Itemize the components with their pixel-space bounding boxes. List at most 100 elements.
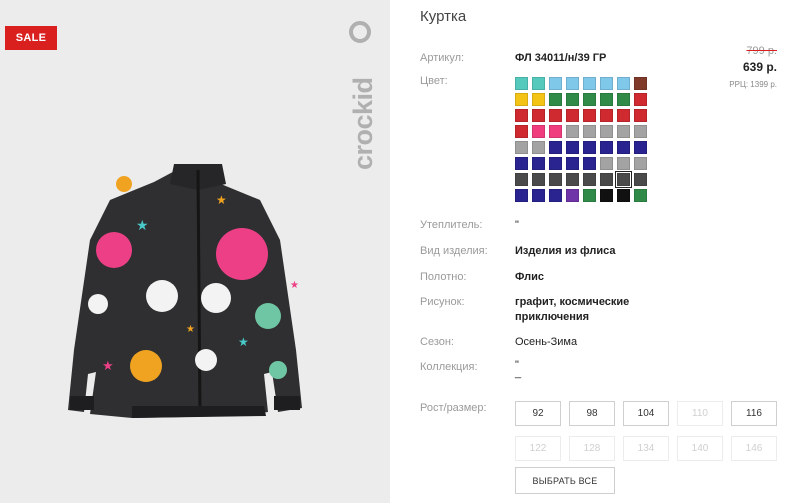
color-swatch[interactable] [583, 109, 596, 122]
color-swatch[interactable] [634, 173, 647, 186]
product-type-label: Вид изделия: [420, 245, 488, 257]
collection-label: Коллекция: [420, 361, 478, 373]
color-swatch[interactable] [600, 93, 613, 106]
svg-text:★: ★ [102, 359, 114, 374]
pattern-label: Рисунок: [420, 296, 465, 308]
size-option-92[interactable]: 92 [515, 401, 561, 426]
color-swatch[interactable] [600, 189, 613, 202]
color-swatch[interactable] [549, 157, 562, 170]
color-swatch[interactable] [549, 93, 562, 106]
size-option-140: 140 [677, 436, 723, 461]
season-label: Сезон: [420, 336, 454, 348]
color-swatch[interactable] [549, 173, 562, 186]
color-swatch[interactable] [634, 189, 647, 202]
color-swatch[interactable] [617, 157, 630, 170]
color-swatch[interactable] [600, 125, 613, 138]
color-swatch[interactable] [566, 109, 579, 122]
color-swatch[interactable] [532, 93, 545, 106]
color-swatch[interactable] [566, 141, 579, 154]
color-swatch[interactable] [532, 109, 545, 122]
color-swatch[interactable] [634, 93, 647, 106]
select-all-button[interactable]: ВЫБРАТЬ ВСЕ [515, 467, 615, 494]
color-swatch[interactable] [617, 189, 630, 202]
color-swatch[interactable] [634, 125, 647, 138]
svg-text:★: ★ [216, 193, 227, 207]
size-option-146: 146 [731, 436, 777, 461]
color-swatch[interactable] [615, 171, 632, 188]
color-swatch[interactable] [600, 109, 613, 122]
color-swatch[interactable] [566, 125, 579, 138]
color-swatch[interactable] [583, 189, 596, 202]
color-swatch[interactable] [634, 157, 647, 170]
color-swatch[interactable] [617, 93, 630, 106]
fabric-value: Флис [515, 271, 544, 283]
product-type-value: Изделия из флиса [515, 245, 616, 257]
size-option-116[interactable]: 116 [731, 401, 777, 426]
color-swatch[interactable] [600, 157, 613, 170]
brand-logo: crockid [338, 20, 386, 170]
color-swatch[interactable] [515, 109, 528, 122]
article-value: ФЛ 34011/н/39 ГР [515, 52, 607, 64]
collection-value-line2: _ [515, 367, 522, 379]
color-swatch[interactable] [532, 125, 545, 138]
color-swatch[interactable] [583, 173, 596, 186]
color-swatch[interactable] [617, 77, 630, 90]
color-swatch[interactable] [515, 141, 528, 154]
color-swatch[interactable] [515, 173, 528, 186]
color-swatch[interactable] [549, 125, 562, 138]
insulation-label: Утеплитель: [420, 219, 483, 231]
color-swatch[interactable] [549, 189, 562, 202]
svg-text:crockid: crockid [348, 77, 378, 170]
color-swatches [515, 77, 647, 202]
color-swatch[interactable] [532, 77, 545, 90]
color-swatch[interactable] [532, 141, 545, 154]
color-swatch[interactable] [566, 173, 579, 186]
color-swatch[interactable] [617, 141, 630, 154]
pattern-value-line1: графит, космические [515, 296, 630, 308]
color-swatch[interactable] [566, 189, 579, 202]
color-swatch[interactable] [617, 125, 630, 138]
insulation-value: " [515, 219, 519, 231]
size-grid: 92 98 104 110 116 122 128 134 140 146 [515, 401, 777, 461]
color-swatch[interactable] [566, 77, 579, 90]
color-swatch[interactable] [515, 93, 528, 106]
size-option-104[interactable]: 104 [623, 401, 669, 426]
color-swatch[interactable] [532, 173, 545, 186]
color-swatch[interactable] [617, 109, 630, 122]
color-swatch[interactable] [515, 157, 528, 170]
svg-text:★: ★ [136, 218, 149, 234]
color-swatch[interactable] [583, 141, 596, 154]
color-swatch[interactable] [566, 93, 579, 106]
size-option-98[interactable]: 98 [569, 401, 615, 426]
article-label: Артикул: [420, 52, 465, 64]
color-swatch[interactable] [634, 77, 647, 90]
color-swatch[interactable] [515, 77, 528, 90]
color-swatch[interactable] [532, 189, 545, 202]
size-label: Рост/размер: [420, 402, 487, 414]
color-swatch[interactable] [583, 157, 596, 170]
color-swatch[interactable] [532, 157, 545, 170]
color-swatch[interactable] [515, 125, 528, 138]
color-swatch[interactable] [549, 109, 562, 122]
color-swatch[interactable] [549, 77, 562, 90]
color-swatch[interactable] [600, 173, 613, 186]
color-swatch[interactable] [600, 141, 613, 154]
size-option-134: 134 [623, 436, 669, 461]
size-option-110: 110 [677, 401, 723, 426]
recommended-retail-price: РРЦ: 1399 р. [729, 80, 777, 89]
color-swatch[interactable] [583, 77, 596, 90]
svg-text:★: ★ [290, 280, 299, 291]
sale-badge: SALE [5, 26, 57, 50]
color-swatch[interactable] [515, 189, 528, 202]
color-swatch[interactable] [566, 157, 579, 170]
product-title: Куртка [420, 8, 467, 25]
color-swatch[interactable] [634, 141, 647, 154]
color-swatch[interactable] [600, 77, 613, 90]
color-label: Цвет: [420, 75, 448, 87]
color-swatch[interactable] [549, 141, 562, 154]
color-swatch[interactable] [583, 93, 596, 106]
color-swatch[interactable] [634, 109, 647, 122]
season-value: Осень-Зима [515, 336, 578, 348]
size-option-128: 128 [569, 436, 615, 461]
color-swatch[interactable] [583, 125, 596, 138]
